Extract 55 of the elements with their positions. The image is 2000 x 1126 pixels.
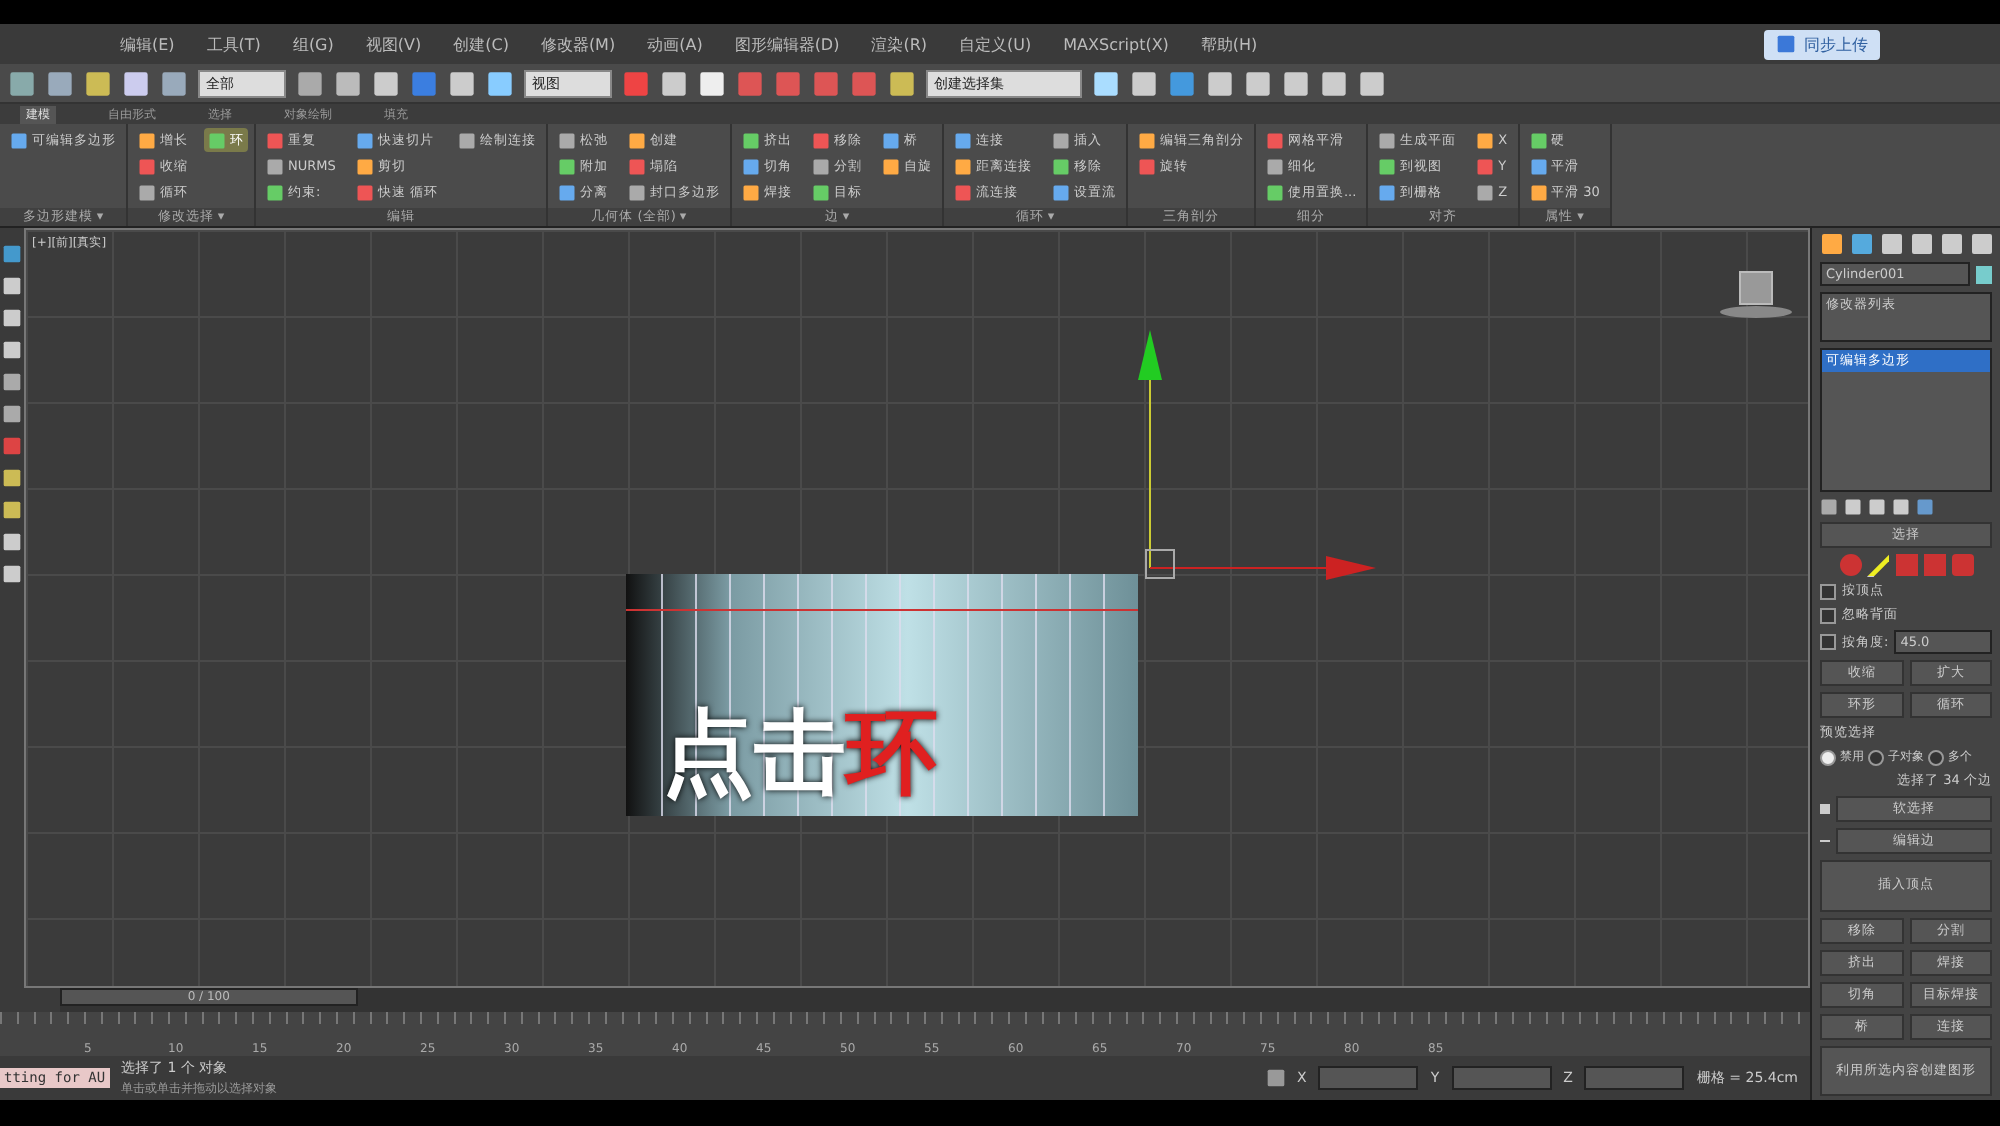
color-swatch[interactable]: [1976, 265, 1992, 283]
checkbox[interactable]: [1820, 634, 1836, 651]
panel-tab-icon[interactable]: [1850, 232, 1874, 256]
tool-icon[interactable]: [1092, 69, 1120, 97]
coordinate-field[interactable]: [1318, 1066, 1419, 1090]
tool-icon[interactable]: [1206, 69, 1234, 97]
edge-mode-icon[interactable]: [1867, 554, 1889, 577]
menu-item[interactable]: 工具(T): [206, 33, 261, 55]
menu-item[interactable]: 编辑(E): [120, 33, 175, 55]
menu-item[interactable]: 自定义(U): [959, 33, 1032, 55]
panel-tab-icon[interactable]: [1940, 232, 1964, 256]
tool-icon[interactable]: [122, 69, 150, 97]
upload-button[interactable]: 同步上传: [1764, 29, 1880, 59]
tool-icon[interactable]: [334, 69, 362, 97]
tool-icon[interactable]: [448, 69, 476, 97]
tool-icon[interactable]: [1282, 69, 1310, 97]
menu-item[interactable]: 创建(C): [453, 33, 509, 55]
panel-tab-icon[interactable]: [1820, 232, 1844, 256]
caption-text: 环: [846, 706, 938, 798]
menu-item[interactable]: 帮助(H): [1200, 33, 1258, 55]
tool-icon[interactable]: [84, 69, 112, 97]
radio-button[interactable]: [1820, 749, 1836, 766]
tool-icon[interactable]: [486, 69, 514, 97]
panel-tab-icon[interactable]: [1970, 232, 1994, 256]
tool-icon[interactable]: [296, 69, 324, 97]
tool-icon[interactable]: [660, 69, 688, 97]
tool-icon[interactable]: [1320, 69, 1348, 97]
radio-button[interactable]: [1928, 749, 1944, 766]
menu-item[interactable]: 修改器(M): [540, 33, 616, 55]
menu-item[interactable]: 组(G): [292, 33, 334, 55]
panel-tab-icon[interactable]: [1880, 232, 1904, 256]
menu-item[interactable]: 图形编辑器(D): [734, 33, 840, 55]
menu-item[interactable]: 渲染(R): [871, 33, 928, 55]
coordinate-field[interactable]: [1451, 1066, 1552, 1090]
tool-icon[interactable]: [698, 69, 726, 97]
tool-icon: [457, 131, 476, 149]
tool-icon[interactable]: [160, 69, 188, 97]
tool-icon[interactable]: [46, 69, 74, 97]
coordinate-field[interactable]: [1584, 1066, 1685, 1090]
menu-item[interactable]: MAXScript(X): [1063, 35, 1169, 53]
tool-icon[interactable]: [1358, 69, 1386, 97]
menu-item[interactable]: 视图(V): [365, 33, 422, 55]
checkbox[interactable]: [1820, 583, 1836, 600]
panel-tab-icon[interactable]: [1910, 232, 1934, 256]
menu-item[interactable]: 动画(A): [647, 33, 703, 55]
tool-icon[interactable]: [888, 69, 916, 97]
tool-icon[interactable]: [8, 69, 36, 97]
tool-icon[interactable]: [1130, 69, 1158, 97]
tool-icon[interactable]: [372, 69, 400, 97]
radio-button[interactable]: [1868, 749, 1884, 766]
tool-icon[interactable]: [1244, 69, 1272, 97]
tool-icon: [208, 131, 226, 149]
viewcube-icon[interactable]: [1716, 270, 1796, 322]
tool-icon: [10, 131, 28, 149]
checkbox[interactable]: [1820, 607, 1836, 624]
